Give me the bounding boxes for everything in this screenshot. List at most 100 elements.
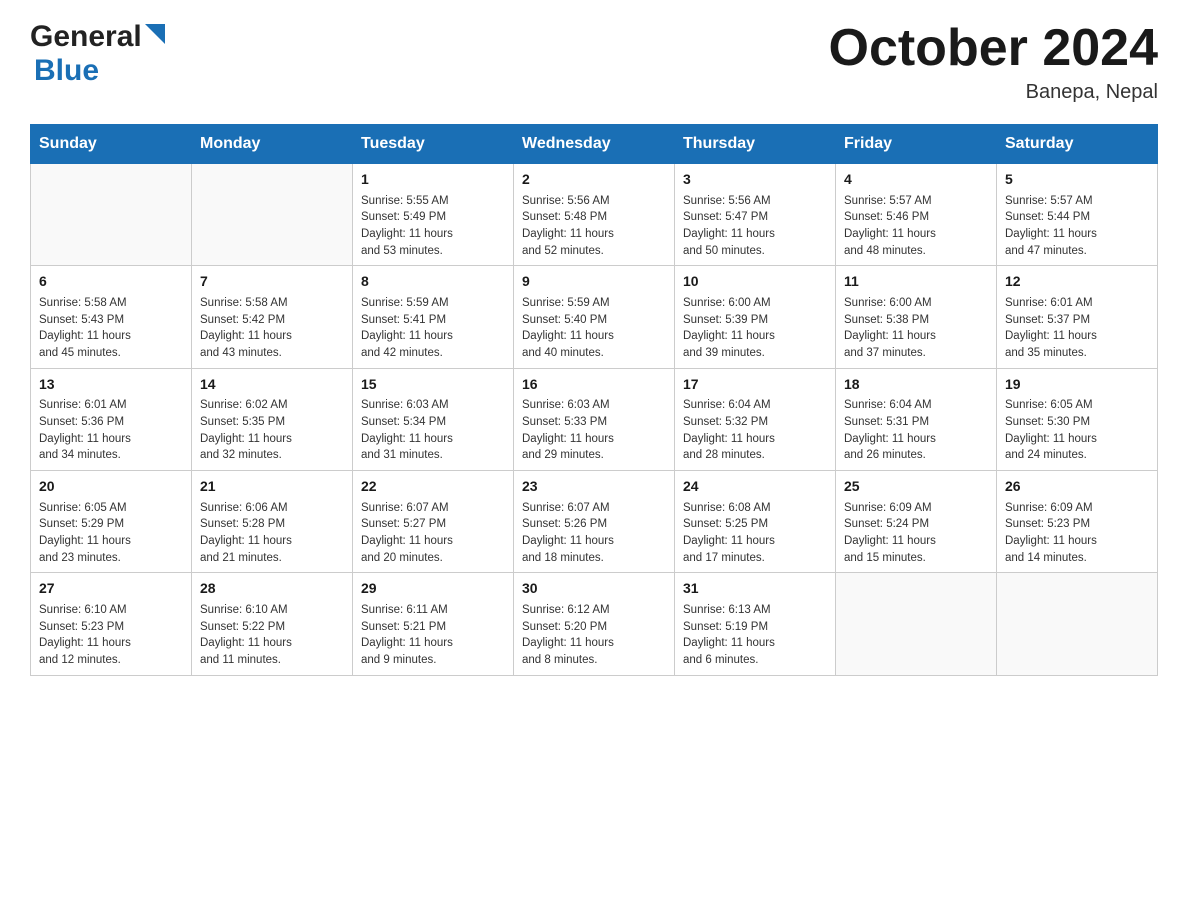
calendar-cell: 10 Sunrise: 6:00 AMSunset: 5:39 PMDayligh… — [675, 266, 836, 368]
day-info: Sunrise: 6:00 AMSunset: 5:38 PMDaylight:… — [844, 295, 988, 362]
day-number: 23 — [522, 477, 666, 497]
calendar-cell: 19Sunrise: 6:05 AMSunset: 5:30 PMDayligh… — [997, 368, 1158, 470]
day-number: 10 — [683, 272, 827, 292]
day-info: Sunrise: 6:03 AMSunset: 5:33 PMDaylight:… — [522, 397, 666, 464]
day-info: Sunrise: 6:04 AMSunset: 5:31 PMDaylight:… — [844, 397, 988, 464]
calendar-week-3: 13Sunrise: 6:01 AMSunset: 5:36 PMDayligh… — [31, 368, 1158, 470]
day-info: Sunrise: 6:13 AMSunset: 5:19 PMDaylight:… — [683, 602, 827, 669]
calendar-cell: 1 Sunrise: 5:55 AMSunset: 5:49 PMDaylight… — [353, 164, 514, 266]
day-info: Sunrise: 6:10 AMSunset: 5:23 PMDaylight:… — [39, 602, 183, 669]
page-header: General Blue October 2024 Banepa, Nepal — [30, 20, 1158, 104]
calendar-week-4: 20Sunrise: 6:05 AMSunset: 5:29 PMDayligh… — [31, 471, 1158, 573]
day-number: 15 — [361, 375, 505, 395]
calendar-cell — [31, 164, 192, 266]
calendar-cell: 7Sunrise: 5:58 AMSunset: 5:42 PMDaylight… — [192, 266, 353, 368]
day-number: 20 — [39, 477, 183, 497]
day-number: 4 — [844, 170, 988, 190]
day-info: Sunrise: 6:01 AMSunset: 5:37 PMDaylight:… — [1005, 295, 1149, 362]
day-info: Sunrise: 6:09 AMSunset: 5:23 PMDaylight:… — [1005, 500, 1149, 567]
day-number: 16 — [522, 375, 666, 395]
calendar-cell: 18Sunrise: 6:04 AMSunset: 5:31 PMDayligh… — [836, 368, 997, 470]
day-info: Sunrise: 5:56 AMSunset: 5:48 PMDaylight:… — [522, 193, 666, 260]
calendar-week-1: 1 Sunrise: 5:55 AMSunset: 5:49 PMDaylight… — [31, 164, 1158, 266]
day-number: 9 — [522, 272, 666, 292]
day-info: Sunrise: 6:02 AMSunset: 5:35 PMDaylight:… — [200, 397, 344, 464]
day-info: Sunrise: 6:12 AMSunset: 5:20 PMDaylight:… — [522, 602, 666, 669]
logo-general-text: General — [30, 20, 142, 54]
day-number: 26 — [1005, 477, 1149, 497]
location: Banepa, Nepal — [829, 81, 1159, 104]
weekday-header-tuesday: Tuesday — [353, 125, 514, 164]
calendar-cell: 8 Sunrise: 5:59 AMSunset: 5:41 PMDaylight… — [353, 266, 514, 368]
day-number: 14 — [200, 375, 344, 395]
calendar-table: SundayMondayTuesdayWednesdayThursdayFrid… — [30, 124, 1158, 675]
calendar-cell: 6 Sunrise: 5:58 AMSunset: 5:43 PMDaylight… — [31, 266, 192, 368]
weekday-header-monday: Monday — [192, 125, 353, 164]
logo[interactable]: General Blue — [30, 20, 173, 88]
day-info: Sunrise: 5:59 AMSunset: 5:41 PMDaylight:… — [361, 295, 505, 362]
day-info: Sunrise: 5:57 AMSunset: 5:44 PMDaylight:… — [1005, 193, 1149, 260]
calendar-cell: 11 Sunrise: 6:00 AMSunset: 5:38 PMDayligh… — [836, 266, 997, 368]
day-number: 28 — [200, 579, 344, 599]
calendar-week-5: 27 Sunrise: 6:10 AMSunset: 5:23 PMDayligh… — [31, 573, 1158, 675]
day-number: 24 — [683, 477, 827, 497]
day-number: 21 — [200, 477, 344, 497]
day-number: 30 — [522, 579, 666, 599]
calendar-cell: 28Sunrise: 6:10 AMSunset: 5:22 PMDayligh… — [192, 573, 353, 675]
day-number: 6 — [39, 272, 183, 292]
month-title: October 2024 — [829, 20, 1159, 77]
calendar-cell: 2Sunrise: 5:56 AMSunset: 5:48 PMDaylight… — [514, 164, 675, 266]
weekday-header-row: SundayMondayTuesdayWednesdayThursdayFrid… — [31, 125, 1158, 164]
calendar-cell: 22 Sunrise: 6:07 AMSunset: 5:27 PMDayligh… — [353, 471, 514, 573]
calendar-cell: 27 Sunrise: 6:10 AMSunset: 5:23 PMDayligh… — [31, 573, 192, 675]
day-number: 29 — [361, 579, 505, 599]
calendar-cell: 21 Sunrise: 6:06 AMSunset: 5:28 PMDayligh… — [192, 471, 353, 573]
day-info: Sunrise: 6:05 AMSunset: 5:30 PMDaylight:… — [1005, 397, 1149, 464]
title-block: October 2024 Banepa, Nepal — [829, 20, 1159, 104]
calendar-cell: 26 Sunrise: 6:09 AMSunset: 5:23 PMDayligh… — [997, 471, 1158, 573]
calendar-cell: 9 Sunrise: 5:59 AMSunset: 5:40 PMDaylight… — [514, 266, 675, 368]
weekday-header-sunday: Sunday — [31, 125, 192, 164]
day-info: Sunrise: 6:07 AMSunset: 5:27 PMDaylight:… — [361, 500, 505, 567]
calendar-cell: 3Sunrise: 5:56 AMSunset: 5:47 PMDaylight… — [675, 164, 836, 266]
calendar-cell — [192, 164, 353, 266]
day-number: 31 — [683, 579, 827, 599]
calendar-cell: 5Sunrise: 5:57 AMSunset: 5:44 PMDaylight… — [997, 164, 1158, 266]
day-number: 22 — [361, 477, 505, 497]
weekday-header-saturday: Saturday — [997, 125, 1158, 164]
calendar-cell: 13Sunrise: 6:01 AMSunset: 5:36 PMDayligh… — [31, 368, 192, 470]
day-number: 19 — [1005, 375, 1149, 395]
calendar-cell: 14Sunrise: 6:02 AMSunset: 5:35 PMDayligh… — [192, 368, 353, 470]
calendar-cell: 23Sunrise: 6:07 AMSunset: 5:26 PMDayligh… — [514, 471, 675, 573]
day-number: 25 — [844, 477, 988, 497]
weekday-header-friday: Friday — [836, 125, 997, 164]
calendar-cell: 4Sunrise: 5:57 AMSunset: 5:46 PMDaylight… — [836, 164, 997, 266]
weekday-header-wednesday: Wednesday — [514, 125, 675, 164]
day-info: Sunrise: 5:59 AMSunset: 5:40 PMDaylight:… — [522, 295, 666, 362]
day-info: Sunrise: 5:56 AMSunset: 5:47 PMDaylight:… — [683, 193, 827, 260]
day-number: 27 — [39, 579, 183, 599]
day-info: Sunrise: 6:06 AMSunset: 5:28 PMDaylight:… — [200, 500, 344, 567]
calendar-cell: 20Sunrise: 6:05 AMSunset: 5:29 PMDayligh… — [31, 471, 192, 573]
day-info: Sunrise: 5:58 AMSunset: 5:43 PMDaylight:… — [39, 295, 183, 362]
day-info: Sunrise: 5:58 AMSunset: 5:42 PMDaylight:… — [200, 295, 344, 362]
calendar-cell: 17Sunrise: 6:04 AMSunset: 5:32 PMDayligh… — [675, 368, 836, 470]
calendar-cell: 12Sunrise: 6:01 AMSunset: 5:37 PMDayligh… — [997, 266, 1158, 368]
day-number: 1 — [361, 170, 505, 190]
day-info: Sunrise: 6:04 AMSunset: 5:32 PMDaylight:… — [683, 397, 827, 464]
calendar-cell: 16Sunrise: 6:03 AMSunset: 5:33 PMDayligh… — [514, 368, 675, 470]
day-info: Sunrise: 6:01 AMSunset: 5:36 PMDaylight:… — [39, 397, 183, 464]
calendar-cell: 15Sunrise: 6:03 AMSunset: 5:34 PMDayligh… — [353, 368, 514, 470]
day-info: Sunrise: 6:00 AMSunset: 5:39 PMDaylight:… — [683, 295, 827, 362]
day-number: 8 — [361, 272, 505, 292]
calendar-cell: 30 Sunrise: 6:12 AMSunset: 5:20 PMDayligh… — [514, 573, 675, 675]
day-number: 11 — [844, 272, 988, 292]
calendar-cell — [836, 573, 997, 675]
calendar-week-2: 6 Sunrise: 5:58 AMSunset: 5:43 PMDaylight… — [31, 266, 1158, 368]
day-number: 13 — [39, 375, 183, 395]
day-info: Sunrise: 6:08 AMSunset: 5:25 PMDaylight:… — [683, 500, 827, 567]
calendar-cell: 25 Sunrise: 6:09 AMSunset: 5:24 PMDayligh… — [836, 471, 997, 573]
day-info: Sunrise: 6:09 AMSunset: 5:24 PMDaylight:… — [844, 500, 988, 567]
day-info: Sunrise: 5:55 AMSunset: 5:49 PMDaylight:… — [361, 193, 505, 260]
day-info: Sunrise: 6:03 AMSunset: 5:34 PMDaylight:… — [361, 397, 505, 464]
